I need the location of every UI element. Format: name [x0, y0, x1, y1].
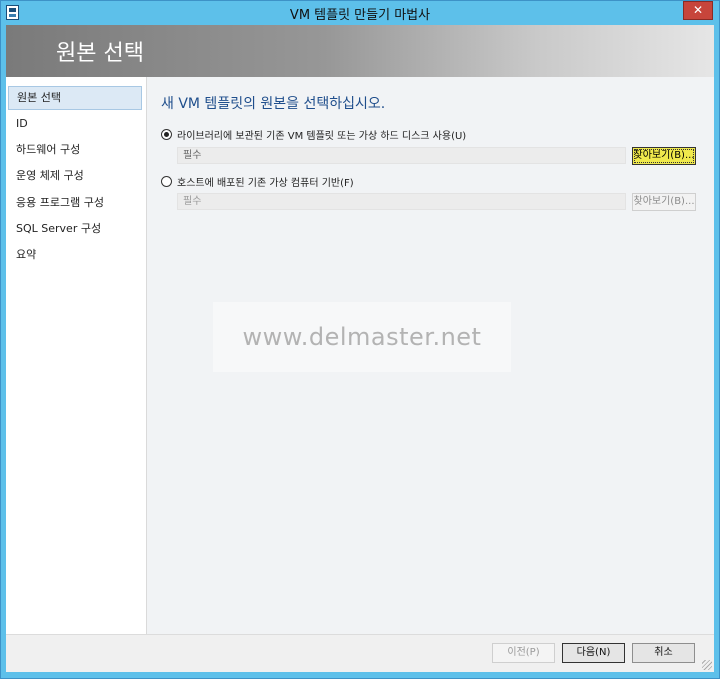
host-vm-source-radio[interactable]	[161, 176, 172, 187]
close-button[interactable]: ✕	[683, 1, 713, 20]
sidebar-item-application[interactable]: 응용 프로그램 구성	[8, 192, 142, 216]
cancel-button[interactable]: 취소	[632, 643, 695, 663]
wizard-steps-sidebar: 원본 선택 ID 하드웨어 구성 운영 체제 구성 응용 프로그램 구성 SQL…	[6, 77, 147, 634]
watermark-text: www.delmaster.net	[242, 323, 482, 351]
page-title: 원본 선택	[56, 41, 144, 66]
library-source-radio[interactable]	[161, 129, 172, 140]
sidebar-item-summary[interactable]: 요약	[8, 244, 142, 268]
wizard-window: VM 템플릿 만들기 마법사 ✕ 원본 선택 원본 선택 ID 하드웨어 구성 …	[0, 0, 720, 679]
wizard-client: 원본 선택 원본 선택 ID 하드웨어 구성 운영 체제 구성 응용 프로그램 …	[6, 25, 714, 672]
section-heading: 새 VM 템플릿의 원본을 선택하십시오.	[161, 96, 386, 112]
close-icon: ✕	[692, 3, 704, 17]
back-button[interactable]: 이전(P)	[492, 643, 555, 663]
sidebar-item-hardware[interactable]: 하드웨어 구성	[8, 139, 142, 163]
library-browse-button[interactable]: 찾아보기(B)...	[632, 147, 696, 165]
host-vm-browse-button[interactable]: 찾아보기(B)...	[632, 193, 696, 211]
wizard-footer: 이전(P) 다음(N) 취소	[6, 634, 714, 672]
sidebar-item-sql[interactable]: SQL Server 구성	[8, 218, 142, 242]
library-source-label[interactable]: 라이브러리에 보관된 기존 VM 템플릿 또는 가상 하드 디스크 사용(U)	[177, 127, 466, 142]
sidebar-item-os[interactable]: 운영 체제 구성	[8, 165, 142, 189]
resize-grip[interactable]	[702, 660, 712, 670]
sidebar-item-id[interactable]: ID	[8, 113, 142, 137]
library-source-field[interactable]: 필수	[177, 147, 626, 164]
watermark: www.delmaster.net	[213, 302, 511, 372]
host-vm-source-field[interactable]: 필수	[177, 193, 626, 210]
window-title: VM 템플릿 만들기 마법사	[289, 8, 431, 23]
header-banner: 원본 선택	[6, 25, 714, 77]
next-button[interactable]: 다음(N)	[562, 643, 625, 663]
sidebar-item-source[interactable]: 원본 선택	[8, 86, 142, 110]
host-vm-source-label[interactable]: 호스트에 배포된 기존 가상 컴퓨터 기반(F)	[177, 174, 354, 189]
title-bar[interactable]: VM 템플릿 만들기 마법사 ✕	[1, 1, 719, 25]
main-panel: 새 VM 템플릿의 원본을 선택하십시오. 라이브러리에 보관된 기존 VM 템…	[147, 77, 714, 634]
